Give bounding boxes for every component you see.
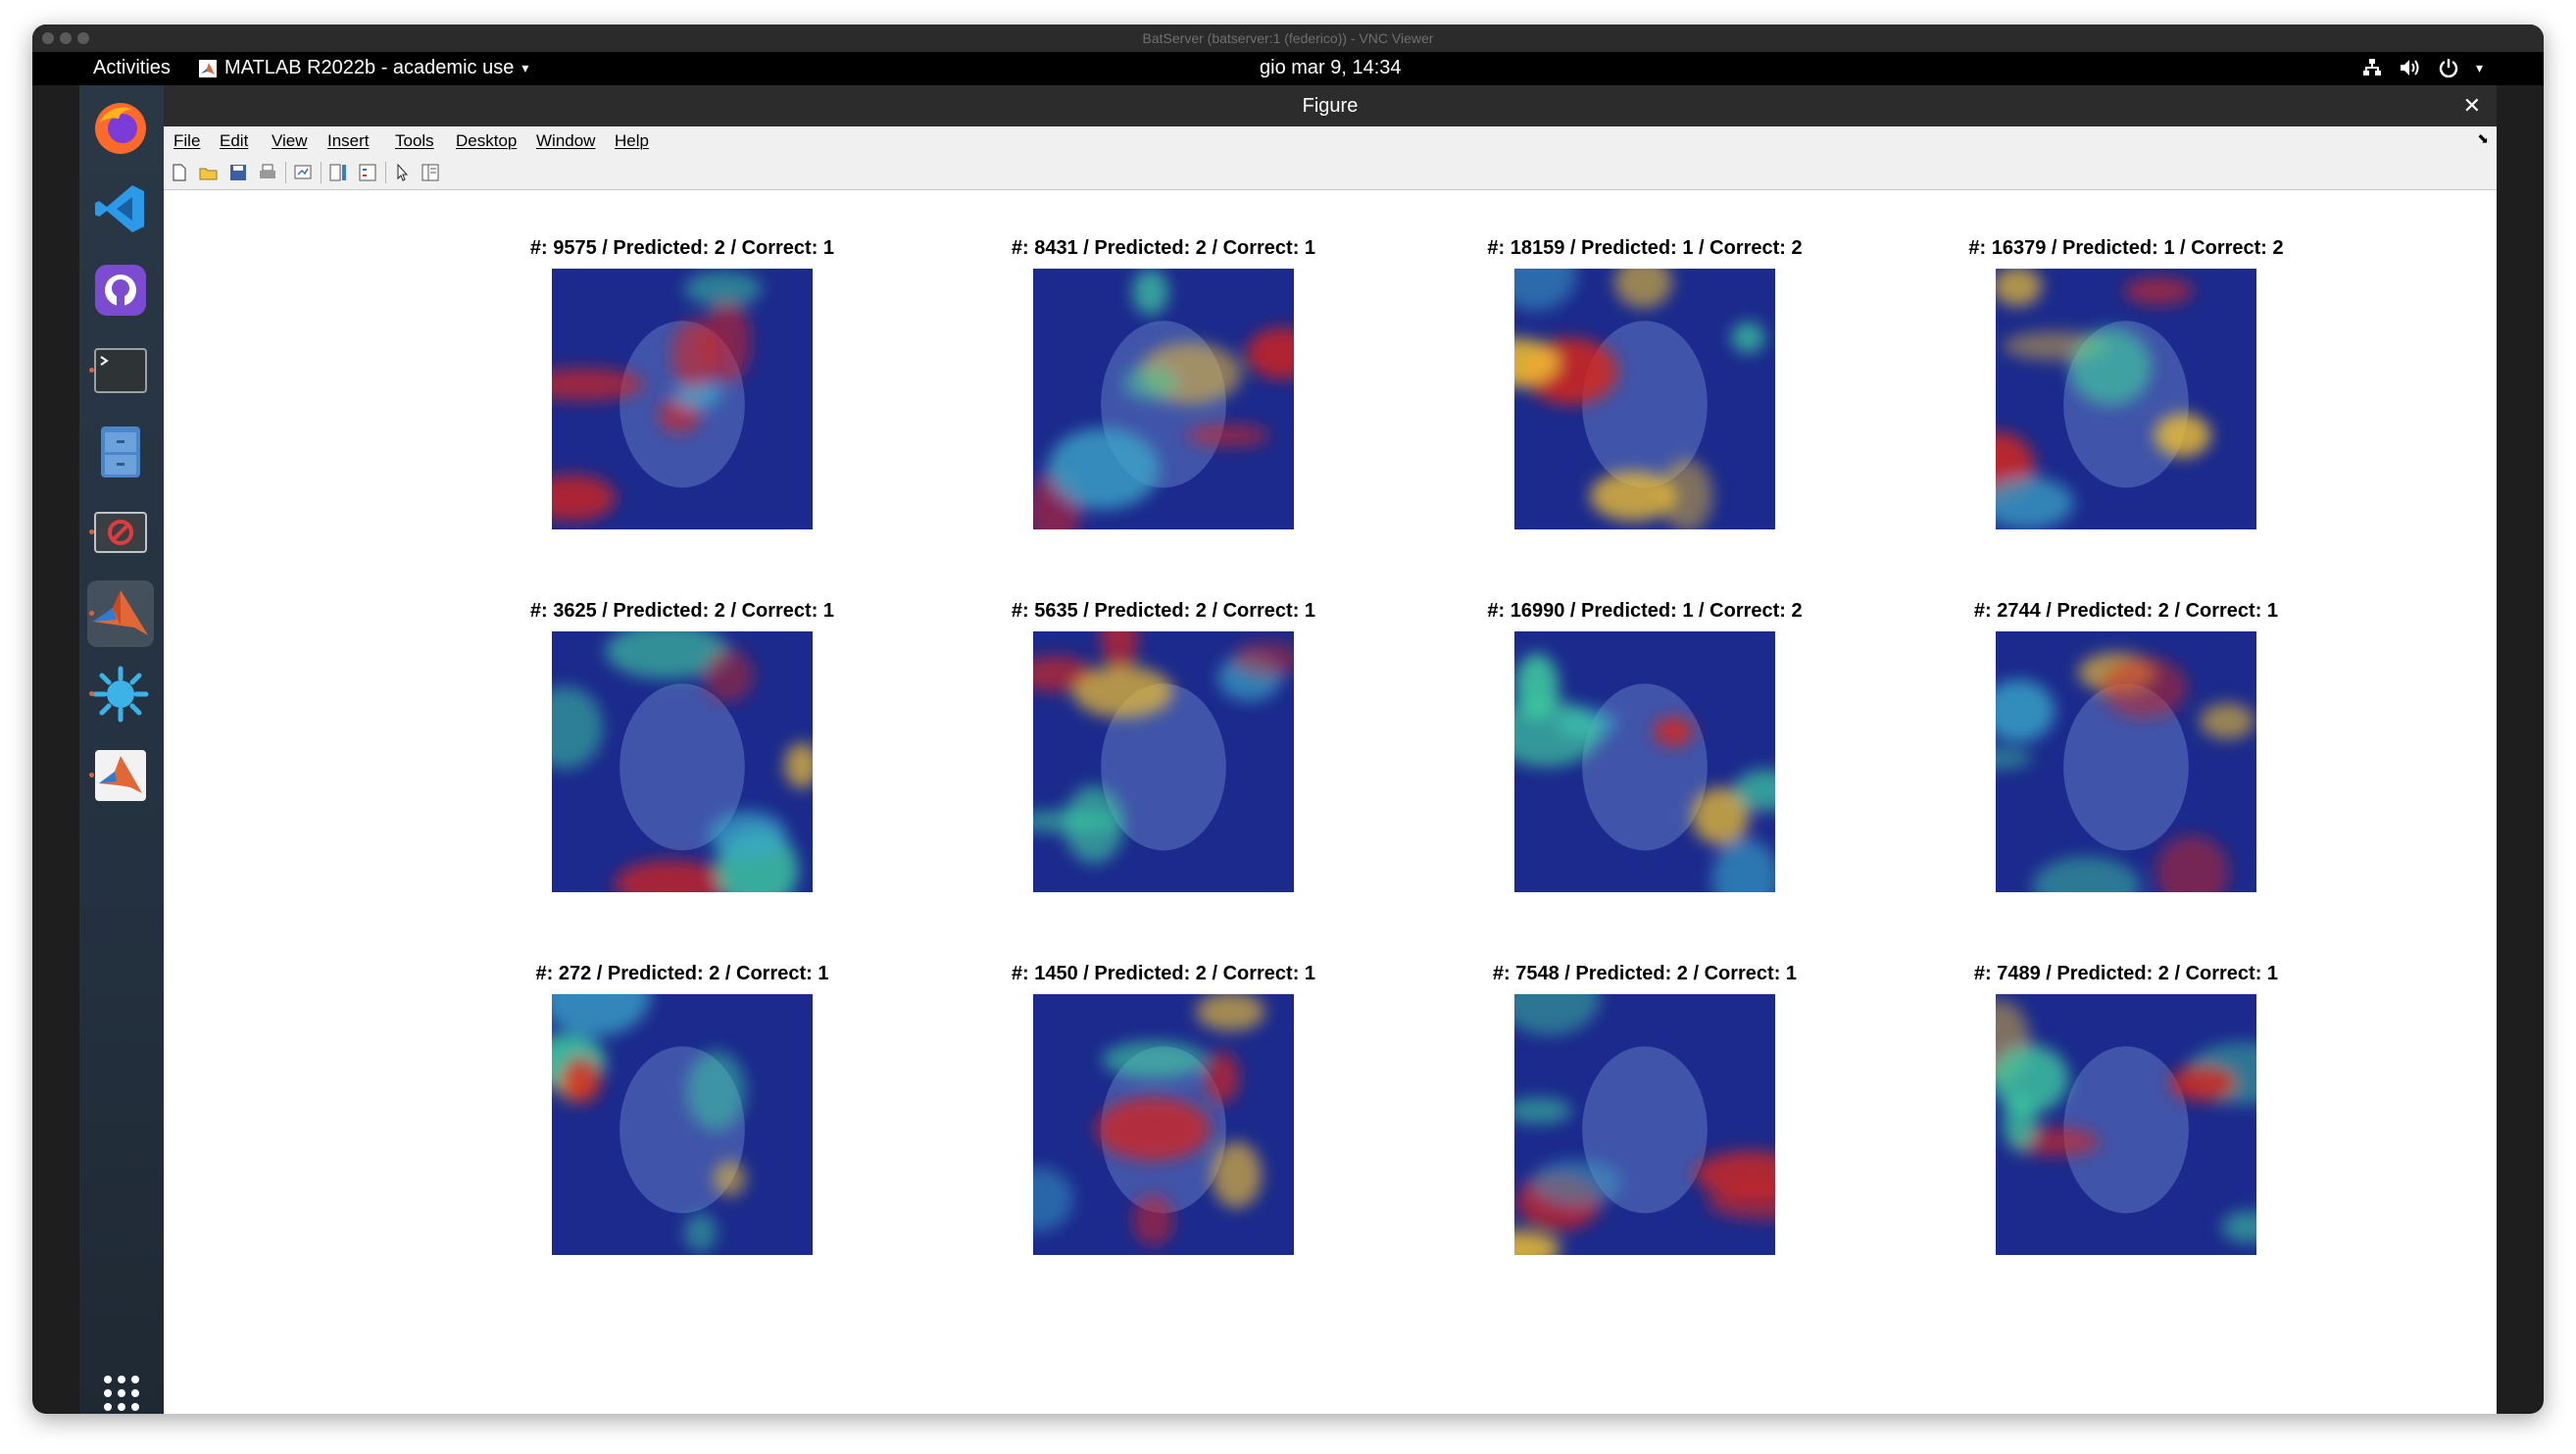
pointer-icon[interactable]: [393, 163, 413, 182]
gradcam-heatmap-image: [1033, 269, 1294, 529]
subplot-title: #: 9575 / Predicted: 2 / Correct: 1: [529, 237, 835, 259]
figure-toolbar: [164, 156, 2497, 190]
matlab-alt-icon: [95, 750, 146, 801]
file-cabinet-icon: [101, 426, 140, 477]
blocked-app-icon: [94, 512, 147, 553]
power-icon: [2439, 59, 2458, 77]
figure-window: Figure ✕ File Edit View Insert Tools Des…: [164, 85, 2497, 1414]
gradcam-heatmap-image: [1996, 631, 2256, 892]
subplot-title: #: 16379 / Predicted: 1 / Correct: 2: [1968, 237, 2284, 259]
minimize-window-button[interactable]: [60, 32, 72, 44]
new-figure-icon[interactable]: [170, 163, 189, 182]
gradcam-heatmap-image: [552, 631, 813, 892]
colorbar-icon[interactable]: [328, 163, 348, 182]
print-icon[interactable]: [258, 163, 277, 182]
gradcam-heatmap-image: [1514, 994, 1775, 1255]
dock-item-blocked-app[interactable]: [87, 499, 154, 566]
figure-title: Figure: [1302, 95, 1359, 117]
github-desktop-icon: [95, 265, 146, 316]
menu-edit[interactable]: Edit: [220, 131, 248, 151]
figure-axes-area: #: 9575 / Predicted: 2 / Correct: 1 #: 84…: [164, 190, 2497, 1414]
toolbar-separator: [321, 162, 322, 183]
chevron-down-icon: ▾: [2475, 59, 2483, 75]
menu-window[interactable]: Window: [536, 131, 595, 151]
figure-titlebar[interactable]: Figure ✕: [164, 85, 2497, 126]
gradcam-heatmap-image: [1033, 994, 1294, 1255]
dock-item-vscode[interactable]: [87, 175, 154, 242]
vnc-viewer-window: BatServer (batserver:1 (federico)) - VNC…: [32, 25, 2544, 1414]
app-menu-button[interactable]: MATLAB R2022b - academic use ▾: [199, 57, 528, 79]
system-status-area[interactable]: ▾: [2362, 58, 2483, 77]
close-icon[interactable]: ✕: [2463, 85, 2481, 126]
dock-item-firefox[interactable]: [87, 95, 154, 162]
matlab-icon: [93, 590, 148, 635]
toolbar-separator: [385, 162, 386, 183]
subplot-title: #: 16990 / Predicted: 1 / Correct: 2: [1487, 600, 1803, 622]
dock-item-matlab[interactable]: [87, 580, 154, 647]
subplot-title: #: 7489 / Predicted: 2 / Correct: 1: [1973, 963, 2279, 984]
running-indicator: [89, 611, 94, 616]
subplot-title: #: 5635 / Predicted: 2 / Correct: 1: [1011, 600, 1316, 622]
vscode-icon: [95, 185, 144, 232]
gradcam-heatmap-image: [1514, 631, 1775, 892]
vnc-title-text: BatServer (batserver:1 (federico)) - VNC…: [1142, 30, 1434, 46]
gradcam-heatmap-image: [1996, 269, 2256, 529]
subplot-title: #: 1450 / Predicted: 2 / Correct: 1: [1011, 963, 1316, 984]
matlab-small-icon: [199, 59, 217, 77]
subplot-title: #: 272 / Predicted: 2 / Correct: 1: [535, 963, 829, 984]
menu-insert[interactable]: Insert: [327, 131, 370, 151]
chevron-down-icon: ▾: [521, 60, 529, 75]
toolbar-separator: [285, 162, 286, 183]
app-menu-label: MATLAB R2022b - academic use: [224, 57, 515, 78]
dock-item-terminal[interactable]: [87, 337, 154, 404]
gradcam-heatmap-image: [1514, 269, 1775, 529]
menu-help[interactable]: Help: [615, 131, 649, 151]
menu-desktop[interactable]: Desktop: [456, 131, 517, 151]
subplot-title: #: 7548 / Predicted: 2 / Correct: 1: [1492, 963, 1798, 984]
figure-menubar: File Edit View Insert Tools Desktop Wind…: [164, 126, 2497, 157]
running-indicator: [89, 368, 94, 373]
running-indicator: [89, 691, 94, 696]
network-icon: [2362, 59, 2381, 75]
gradcam-heatmap-image: [1033, 631, 1294, 892]
show-apps-grid-icon[interactable]: [97, 1369, 146, 1414]
running-indicator: [89, 773, 94, 777]
running-indicator: [89, 529, 94, 534]
activities-button[interactable]: Activities: [93, 57, 171, 79]
dock-item-files[interactable]: [87, 419, 154, 485]
gnome-top-bar: Activities MATLAB R2022b - academic use …: [32, 52, 2544, 85]
subplot-title: #: 18159 / Predicted: 1 / Correct: 2: [1487, 237, 1803, 259]
splash-app-icon: [92, 666, 149, 723]
volume-icon: [2400, 60, 2419, 75]
menu-file[interactable]: File: [173, 131, 200, 151]
open-file-icon[interactable]: [199, 163, 219, 182]
dock-item-github[interactable]: [87, 257, 154, 324]
close-window-button[interactable]: [42, 32, 54, 44]
property-editor-icon[interactable]: [421, 163, 440, 182]
gradcam-heatmap-image: [552, 269, 813, 529]
gradcam-heatmap-image: [1996, 994, 2256, 1255]
save-icon[interactable]: [228, 163, 248, 182]
subplot-title: #: 3625 / Predicted: 2 / Correct: 1: [529, 600, 835, 622]
subplot-title: #: 8431 / Predicted: 2 / Correct: 1: [1011, 237, 1316, 259]
menu-tools[interactable]: Tools: [395, 131, 434, 151]
gradcam-heatmap-image: [552, 994, 813, 1255]
dock-item-matlab-alt[interactable]: [87, 742, 154, 809]
dock-item-splash[interactable]: [87, 661, 154, 727]
firefox-icon: [95, 103, 146, 154]
dock-figure-arrow-icon[interactable]: ⬊: [2477, 130, 2489, 147]
vnc-titlebar: BatServer (batserver:1 (federico)) - VNC…: [32, 25, 2544, 52]
link-plot-icon[interactable]: [293, 163, 313, 182]
subplot-title: #: 2744 / Predicted: 2 / Correct: 1: [1973, 600, 2279, 622]
legend-icon[interactable]: [358, 163, 377, 182]
clock[interactable]: gio mar 9, 14:34: [1260, 57, 1402, 79]
zoom-window-button[interactable]: [77, 32, 89, 44]
terminal-icon: [94, 348, 147, 393]
dock: [79, 85, 164, 1414]
menu-view[interactable]: View: [272, 131, 308, 151]
